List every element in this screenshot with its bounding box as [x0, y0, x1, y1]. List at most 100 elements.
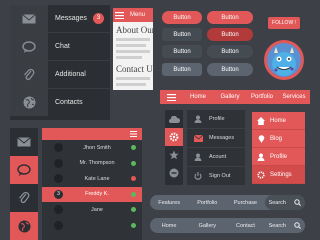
user-icon — [187, 153, 209, 161]
power-icon — [187, 172, 209, 180]
icon-column — [165, 110, 183, 185]
paperclip-icon — [10, 61, 48, 88]
text-line — [116, 38, 150, 41]
nav-gallery[interactable]: Gallery — [214, 94, 246, 100]
pill-nav-features[interactable]: Features — [150, 200, 188, 206]
globe-icon[interactable] — [10, 212, 38, 240]
search-icon[interactable] — [294, 199, 301, 206]
chat-bubble-icon[interactable] — [10, 156, 38, 184]
pill-nav-home[interactable]: Home — [150, 223, 188, 229]
button-dark-pill[interactable]: Button — [207, 45, 253, 58]
gear-icon — [252, 170, 270, 179]
menu-label: Acount — [209, 154, 227, 160]
button-dark[interactable]: Button — [162, 45, 202, 58]
user-name: Freddy K. — [85, 191, 109, 198]
message-count-badge: 3 — [93, 13, 104, 24]
pill-nav-portfolio[interactable]: Portfolio — [188, 200, 226, 206]
nav-item-contacts[interactable]: Contacts — [10, 89, 110, 116]
cloud-icon[interactable] — [165, 110, 183, 128]
envelope-icon — [10, 5, 48, 32]
profile-menu-panel: Profile Messages Acount Sign Out Home Bl… — [165, 110, 305, 185]
user-icon — [252, 153, 270, 161]
search-icon[interactable] — [294, 222, 301, 229]
icon-sidebar — [10, 128, 38, 240]
user-name: Mr. Thompson — [79, 160, 115, 167]
minus-icon[interactable] — [165, 164, 183, 182]
button-darkred[interactable]: Button — [207, 28, 253, 41]
text-line — [116, 77, 150, 80]
menu-item-settings[interactable]: Settings — [252, 166, 305, 184]
paperclip-icon[interactable] — [10, 184, 38, 212]
busy-status-dot — [131, 176, 136, 182]
blog-heading-contact: Contact Us — [116, 64, 153, 74]
menu-item-profile[interactable]: Profile — [187, 110, 245, 129]
avatar: 3 — [54, 189, 63, 199]
button-dark[interactable]: Button — [162, 28, 202, 41]
nav-services[interactable]: Services — [278, 94, 310, 100]
menu-item-messages[interactable]: Messages — [187, 129, 245, 148]
avatar — [54, 158, 63, 168]
user-row[interactable]: Kate Lane — [42, 171, 142, 187]
hamburger-icon[interactable] — [115, 11, 124, 19]
menu-item-profile-red[interactable]: Profile — [252, 148, 305, 166]
online-status-dot — [131, 145, 136, 151]
avatar — [54, 174, 63, 184]
online-status-dot — [131, 222, 136, 228]
user-row[interactable]: Jane — [42, 202, 142, 218]
menu-item-signout[interactable]: Sign Out — [187, 167, 245, 185]
nav-item-chat[interactable]: Chat — [10, 33, 110, 61]
envelope-icon[interactable] — [10, 128, 38, 156]
menu-label: Home — [270, 117, 287, 124]
online-status-dot — [131, 160, 136, 166]
button-red-pill[interactable]: Button — [162, 11, 202, 24]
pill-nav-purchase[interactable]: Purchase — [226, 200, 264, 206]
online-status-dot — [131, 207, 136, 213]
gear-icon[interactable] — [165, 128, 183, 146]
red-side-menu: Home Blog Profile Settings — [252, 112, 305, 184]
user-row[interactable]: Mr. Thompson — [42, 156, 142, 172]
vertical-nav: Messages 3 Chat Additional Contacts — [10, 5, 110, 120]
menu-label: Profile — [209, 116, 225, 122]
user-icon — [187, 115, 209, 123]
nav-home[interactable]: Home — [182, 94, 214, 100]
menu-label: Messages — [209, 135, 235, 141]
nav-label: Contacts — [55, 99, 83, 106]
user-list-panel: Jhon Smith Mr. Thompson Kate Lane 3 Fred… — [42, 128, 142, 240]
menu-label[interactable]: Menu — [130, 12, 145, 18]
pill-nav-contact[interactable]: Contact — [226, 223, 264, 229]
menu-item-account[interactable]: Acount — [187, 148, 245, 167]
online-status-dot — [131, 191, 136, 197]
search-input[interactable]: Search — [264, 218, 305, 233]
pill-nav-gallery[interactable]: Gallery — [188, 223, 226, 229]
user-list-header — [42, 128, 142, 140]
avatar — [54, 205, 63, 215]
text-line — [116, 83, 146, 86]
nav-item-additional[interactable]: Additional — [10, 61, 110, 89]
user-row[interactable] — [42, 218, 142, 234]
nav-item-messages[interactable]: Messages 3 — [10, 5, 110, 33]
star-icon[interactable] — [165, 146, 183, 164]
user-row[interactable]: Jhon Smith — [42, 140, 142, 156]
user-name: Kate Lane — [84, 175, 110, 182]
menu-item-home[interactable]: Home — [252, 112, 305, 130]
nav-label: Messages — [55, 15, 87, 22]
search-input[interactable]: Search — [264, 195, 305, 210]
dark-profile-menu: Profile Messages Acount Sign Out — [187, 110, 245, 185]
nav-label: Additional — [55, 71, 86, 78]
menu-label: Blog — [270, 135, 283, 142]
button-grey[interactable]: Button — [162, 63, 202, 76]
button-grey-pill[interactable]: Button — [207, 63, 253, 76]
hamburger-icon[interactable] — [160, 93, 182, 101]
menu-label: Settings — [270, 171, 292, 178]
menu-item-blog[interactable]: Blog — [252, 130, 305, 148]
nav-portfolio[interactable]: Portfolio — [246, 94, 278, 100]
search-placeholder: Search — [268, 199, 286, 206]
hamburger-icon[interactable] — [130, 131, 137, 137]
menu-label: Profile — [270, 153, 288, 160]
button-red-pill[interactable]: Button — [207, 11, 253, 24]
avatar — [54, 220, 63, 230]
globe-icon — [10, 89, 48, 116]
blog-panel: Menu About Our Contact Us — [113, 8, 153, 90]
user-row-active[interactable]: 3 Freddy K. — [42, 186, 142, 202]
follow-button[interactable]: FOLLOW ! — [268, 17, 300, 29]
